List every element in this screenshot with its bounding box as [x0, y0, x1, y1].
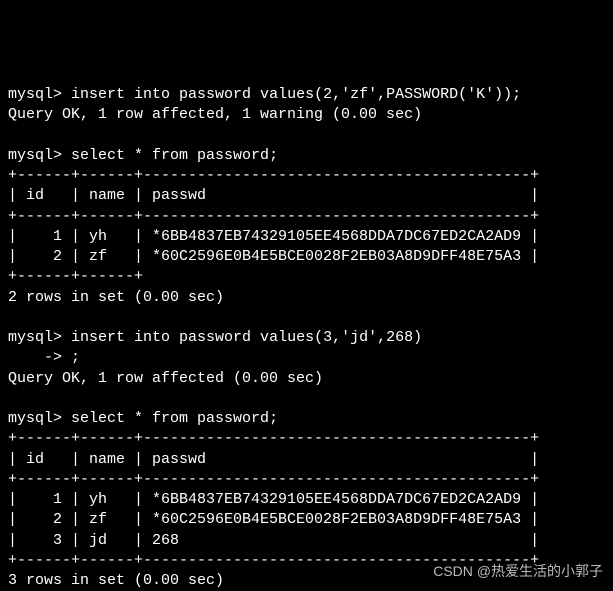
table-row: | 2 | zf | *60C2596E0B4E5BCE0028F2EB03A8…: [8, 248, 539, 265]
table-border: +------+------+-------------------------…: [8, 471, 539, 488]
mysql-prompt: mysql>: [8, 410, 62, 427]
query-result-message: Query OK, 1 row affected (0.00 sec): [8, 370, 323, 387]
sql-insert-statement: insert into password values(2,'zf',PASSW…: [71, 86, 521, 103]
terminal-output: mysql> insert into password values(2,'zf…: [8, 86, 539, 589]
sql-insert-statement: insert into password values(3,'jd',268): [71, 329, 422, 346]
sql-terminator: ;: [71, 349, 80, 366]
table-border: +------+------+-------------------------…: [8, 208, 539, 225]
table-row: | 1 | yh | *6BB4837EB74329105EE4568DDA7D…: [8, 228, 539, 245]
csdn-watermark: CSDN @热爱生活的小郭子: [433, 562, 603, 581]
table-border-trailing: +------+------+: [8, 268, 539, 285]
table-header: | id | name | passwd |: [8, 451, 539, 468]
table-row: | 2 | zf | *60C2596E0B4E5BCE0028F2EB03A8…: [8, 511, 539, 528]
sql-select-statement: select * from password;: [71, 147, 278, 164]
sql-select-statement: select * from password;: [71, 410, 278, 427]
table-border: +------+------+-------------------------…: [8, 167, 539, 184]
mysql-prompt: mysql>: [8, 329, 62, 346]
table-row: | 3 | jd | 268 |: [8, 532, 539, 549]
mysql-continuation-prompt: ->: [8, 349, 62, 366]
table-row: | 1 | yh | *6BB4837EB74329105EE4568DDA7D…: [8, 491, 539, 508]
query-result-message: Query OK, 1 row affected, 1 warning (0.0…: [8, 106, 422, 123]
mysql-prompt: mysql>: [8, 86, 62, 103]
rows-in-set-message: 2 rows in set (0.00 sec): [8, 289, 224, 306]
mysql-prompt: mysql>: [8, 147, 62, 164]
table-border: +------+------+-------------------------…: [8, 430, 539, 447]
rows-in-set-message: 3 rows in set (0.00 sec): [8, 572, 224, 589]
table-header: | id | name | passwd |: [8, 187, 539, 204]
